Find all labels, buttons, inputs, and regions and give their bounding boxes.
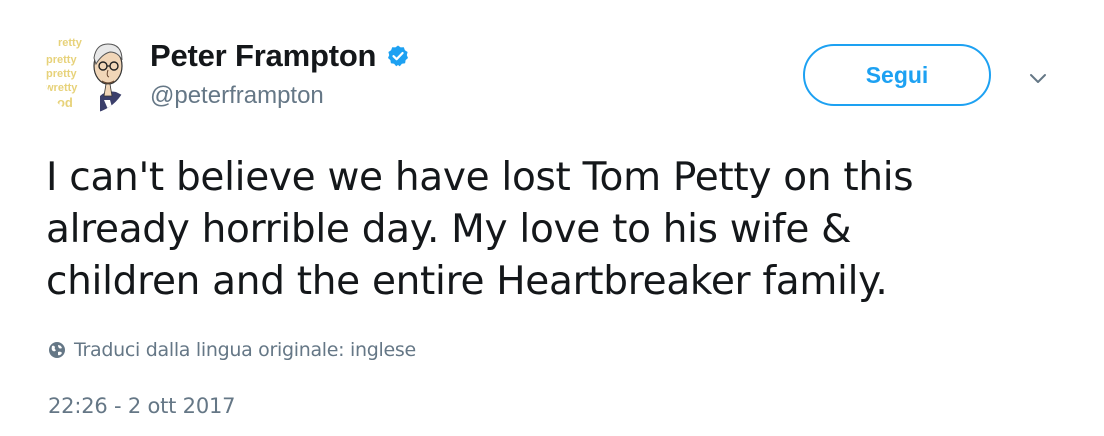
author-display-name[interactable]: Peter Frampton: [150, 38, 376, 74]
avatar[interactable]: retty pretty pretty wretty ood: [44, 30, 128, 114]
author-name-row: Peter Frampton: [150, 38, 410, 74]
tweet-timestamp[interactable]: 22:26 - 2 ott 2017: [48, 394, 236, 418]
verified-badge-icon: [386, 44, 410, 68]
follow-button[interactable]: Segui: [803, 44, 991, 106]
avatar-text-3: pretty: [46, 68, 77, 80]
tweet-text-line: children and the entire Heartbreaker fam…: [46, 259, 888, 304]
avatar-text-4: wretty: [44, 82, 78, 94]
tweet-card: retty pretty pretty wretty ood Peter Fra…: [0, 0, 1104, 436]
tweet-text-line: I can't believe we have lost Tom Petty o…: [46, 155, 914, 200]
chevron-down-icon[interactable]: [1026, 66, 1050, 90]
tweet-text: I can't believe we have lost Tom Petty o…: [46, 152, 1066, 308]
tweet-text-line: already horrible day. My love to his wif…: [46, 207, 852, 252]
translate-label: Traduci dalla lingua originale: inglese: [74, 339, 416, 361]
globe-icon: [48, 341, 66, 359]
author-handle[interactable]: @peterframpton: [150, 82, 324, 110]
follow-button-label: Segui: [865, 61, 929, 88]
avatar-text-2: pretty: [46, 54, 77, 66]
avatar-text-5: ood: [49, 95, 73, 110]
translate-link[interactable]: Traduci dalla lingua originale: inglese: [48, 339, 416, 361]
avatar-text-1: retty: [58, 37, 83, 49]
